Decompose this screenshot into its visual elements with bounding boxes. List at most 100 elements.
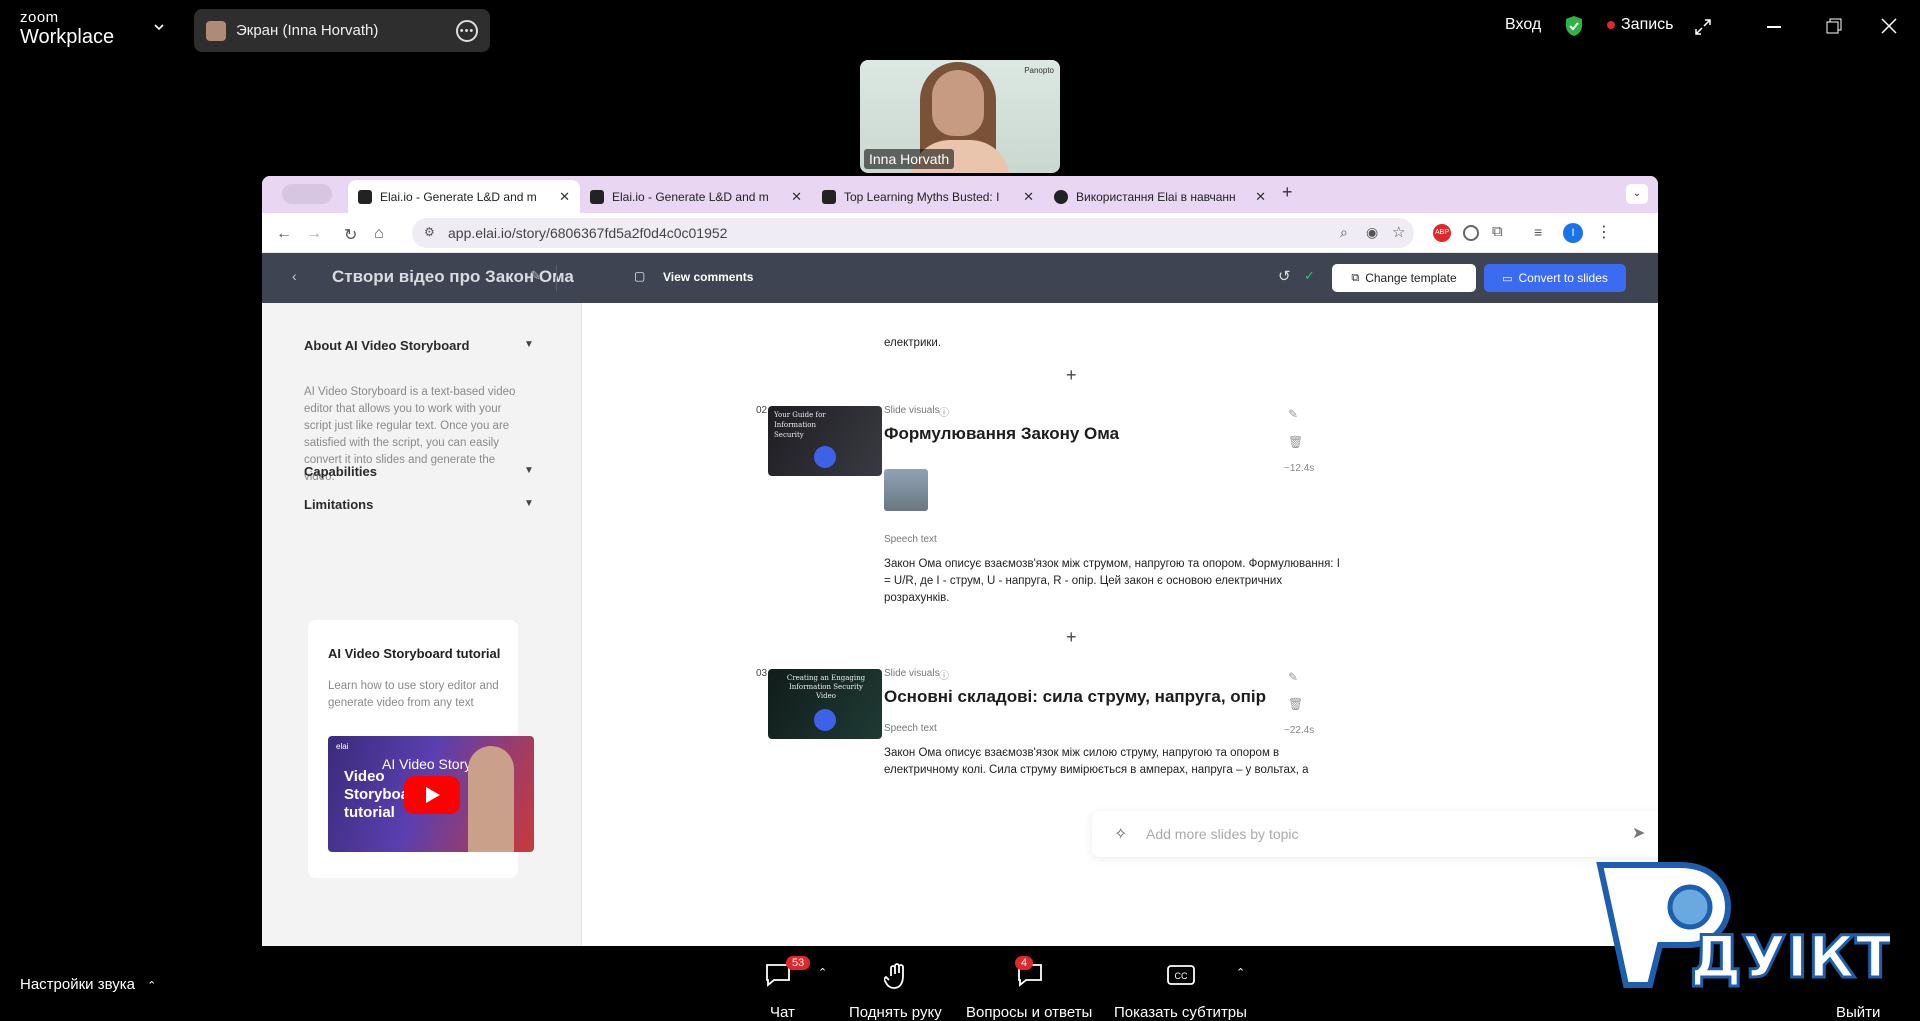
change-template-button[interactable]: ⧉ Change template <box>1332 264 1476 292</box>
record-dot-icon <box>1607 21 1615 29</box>
info-icon[interactable]: ⓘ <box>939 404 949 419</box>
reload-icon[interactable]: ↻ <box>344 225 357 245</box>
back-chevron-icon[interactable]: ‹ <box>292 268 297 284</box>
minimize-icon[interactable] <box>1767 26 1781 28</box>
capabilities-accordion[interactable]: Capabilities <box>304 464 377 479</box>
qa-button[interactable]: Вопросы и ответы <box>966 1004 1092 1021</box>
close-icon[interactable] <box>1881 18 1897 34</box>
menu-icon[interactable]: ⋮ <box>1596 222 1612 242</box>
close-tab-icon[interactable]: ✕ <box>791 189 802 205</box>
previous-speech-tail[interactable]: електрики. <box>884 337 941 349</box>
new-tab-icon[interactable]: + <box>1282 182 1293 203</box>
logo-line1: zoom <box>20 9 59 26</box>
star-icon[interactable]: ☆ <box>1392 223 1405 241</box>
speech-text[interactable]: Закон Ома описує взаємозв'язок між струм… <box>884 556 1344 607</box>
chevron-up-icon[interactable]: ⌃ <box>818 966 827 979</box>
elai-favicon-icon <box>590 189 604 204</box>
back-icon[interactable]: ← <box>276 225 292 243</box>
tutorial-video[interactable]: elai AI Video Storyboar... Video Storybo… <box>328 736 534 852</box>
forward-icon[interactable]: → <box>306 225 322 243</box>
tab-1[interactable]: Elai.io - Generate L&D and m ✕ <box>348 180 580 213</box>
zoom-logo: zoom Workplace <box>20 10 114 47</box>
info-icon[interactable]: ⓘ <box>939 667 949 682</box>
sidebar: About AI Video Storyboard ▼ AI Video Sto… <box>262 303 582 946</box>
close-tab-icon[interactable]: ✕ <box>559 189 570 205</box>
tab-4[interactable]: Використання Elai в навчанн ✕ <box>1044 180 1276 213</box>
add-slide-icon[interactable]: + <box>1066 365 1077 386</box>
trash-icon[interactable]: 🗑 <box>1288 697 1303 711</box>
close-tab-icon[interactable]: ✕ <box>1255 189 1266 205</box>
profile-avatar[interactable]: I <box>1563 223 1583 243</box>
convert-to-slides-button[interactable]: ▭ Convert to slides <box>1484 264 1626 292</box>
media-icon[interactable]: ≡ <box>1534 224 1542 240</box>
recording-indicator[interactable]: Запись <box>1607 16 1674 34</box>
close-tab-icon[interactable]: ✕ <box>1023 189 1034 205</box>
comment-icon[interactable]: ▢ <box>634 269 645 283</box>
svg-text:CC: CC <box>1175 971 1188 981</box>
cc-icon[interactable]: CC <box>1166 962 1196 988</box>
shield-icon[interactable] <box>1564 15 1584 37</box>
chat-badge: 53 <box>786 956 811 970</box>
qa-badge: 4 <box>1015 956 1034 970</box>
participant-video[interactable]: Panopto Inna Horvath <box>860 60 1060 173</box>
slide-title[interactable]: Формулювання Закону Ома <box>884 424 1119 444</box>
leave-button[interactable]: Выйти <box>1836 1004 1880 1021</box>
trash-icon[interactable]: 🗑 <box>1288 435 1303 449</box>
tab-title: Elai.io - Generate L&D and m <box>380 189 537 204</box>
adblock-icon[interactable]: ABP <box>1433 224 1451 242</box>
fullscreen-icon[interactable] <box>1694 18 1712 36</box>
chevron-down-icon[interactable] <box>152 20 166 34</box>
chatgpt-favicon-icon <box>1054 189 1068 204</box>
magic-wand-icon: ✧ <box>1114 826 1128 843</box>
site-info-icon[interactable]: ⚙ <box>424 225 435 239</box>
thumb-text: Your Guide for Information Security <box>774 411 826 439</box>
slides-icon: ▭ <box>1502 272 1513 285</box>
slide-thumbnail[interactable]: Your Guide for Information Security <box>768 406 882 476</box>
magic-wand-icon[interactable]: ✎ <box>1288 670 1298 684</box>
zoom-icon[interactable]: ⌕ <box>1340 224 1348 241</box>
about-accordion[interactable]: About AI Video Storyboard <box>304 338 469 353</box>
url-field[interactable]: ⚙ app.elai.io/story/6806367fd5a2f0d4c0c0… <box>412 218 1414 248</box>
limitations-accordion[interactable]: Limitations <box>304 497 373 512</box>
screen-share-pill[interactable]: Экран (Inna Horvath) ••• <box>194 9 490 52</box>
speech-text[interactable]: Закон Ома описує взаємозв'язок між силою… <box>884 745 1344 777</box>
view-comments-button[interactable]: View comments <box>663 270 753 284</box>
raise-hand-icon[interactable] <box>884 962 910 990</box>
restore-icon[interactable] <box>1826 18 1842 34</box>
youtube-play-icon[interactable] <box>404 776 460 814</box>
tab-search-icon[interactable] <box>282 184 332 204</box>
more-icon[interactable]: ••• <box>456 19 478 42</box>
chevron-down-icon[interactable]: ▼ <box>524 498 534 509</box>
home-icon[interactable]: ⌂ <box>374 225 384 243</box>
shared-browser-window: Elai.io - Generate L&D and m ✕ Elai.io -… <box>262 176 1658 946</box>
tab-list-icon[interactable]: ⌄ <box>1626 184 1648 204</box>
tab-2[interactable]: Elai.io - Generate L&D and m ✕ <box>580 180 812 213</box>
chevron-down-icon[interactable]: ▼ <box>524 339 534 350</box>
editor-toolbar: ‹ Створи відео про Закон Ома ✎ ▢ View co… <box>262 253 1658 303</box>
add-slides-input[interactable]: ✧ Add more slides by topic ➤ <box>1092 811 1658 857</box>
add-slide-icon[interactable]: + <box>1066 627 1077 648</box>
divider <box>556 265 557 291</box>
convert-label: Convert to slides <box>1518 271 1608 285</box>
magic-wand-icon[interactable]: ✎ <box>1288 407 1298 421</box>
puzzle-icon[interactable]: ⧉ <box>1492 223 1503 240</box>
chevron-up-icon: ⌃ <box>147 980 157 992</box>
raise-hand-button[interactable]: Поднять руку <box>849 1004 942 1021</box>
extension-icon[interactable] <box>1463 225 1479 241</box>
edit-pencil-icon[interactable]: ✎ <box>530 268 541 284</box>
tab-3[interactable]: Top Learning Myths Busted: I ✕ <box>812 180 1044 213</box>
slide-title[interactable]: Основні складові: сила струму, напруга, … <box>884 687 1266 707</box>
undo-icon[interactable]: ↺ <box>1278 267 1291 285</box>
eye-icon[interactable]: ◉ <box>1366 224 1378 241</box>
visual-thumbnail[interactable] <box>884 469 928 511</box>
captions-button[interactable]: Показать субтитры <box>1114 1004 1247 1021</box>
chat-button[interactable]: Чат <box>770 1004 795 1021</box>
signin-link[interactable]: Вход <box>1505 16 1541 34</box>
slide-thumbnail[interactable]: Creating an Engaging Information Securit… <box>768 669 882 739</box>
chevron-down-icon[interactable]: ▼ <box>524 465 534 476</box>
send-icon[interactable]: ➤ <box>1632 823 1645 843</box>
audio-settings-button[interactable]: Настройки звука ⌃ <box>20 976 156 993</box>
chevron-up-icon[interactable]: ⌃ <box>1236 966 1245 979</box>
speech-text-label: Speech text <box>884 723 937 734</box>
storyboard-editor: електрики. + 02 Your Guide for Informati… <box>582 303 1658 946</box>
